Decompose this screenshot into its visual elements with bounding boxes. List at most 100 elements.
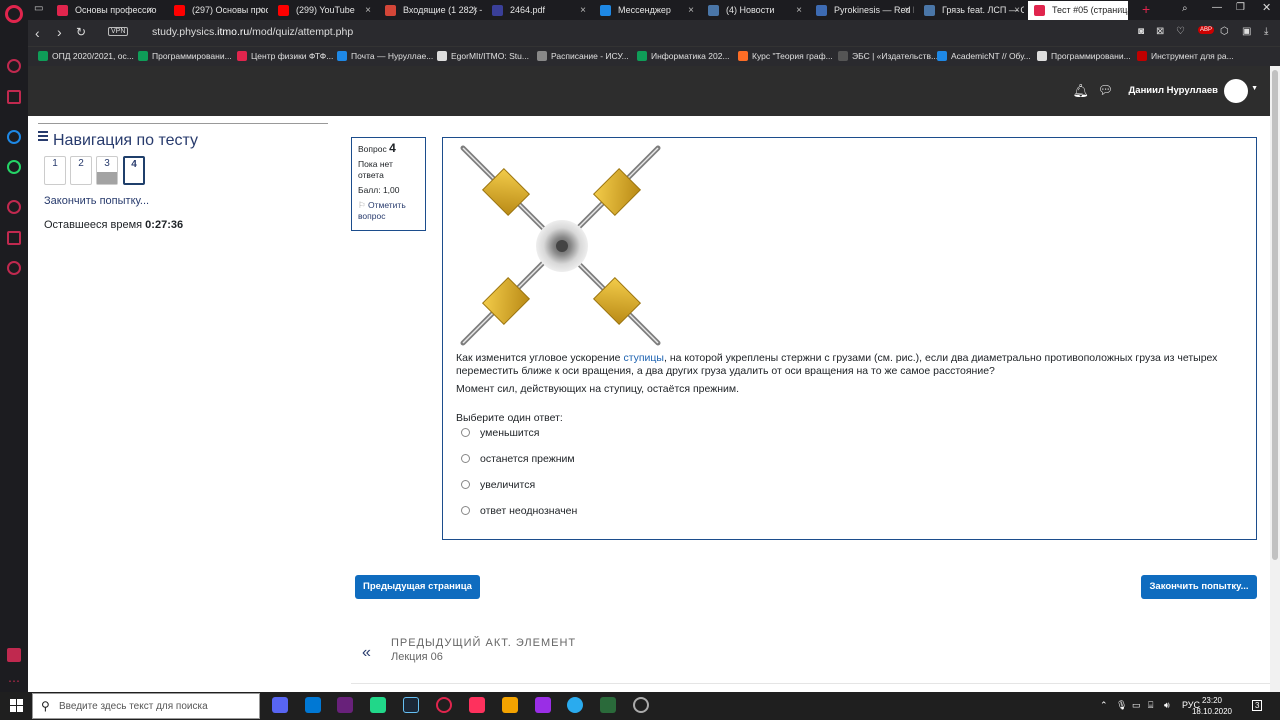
- vscode-icon[interactable]: [305, 697, 321, 713]
- notification-center-icon[interactable]: 3: [1252, 700, 1263, 711]
- bookmark-item[interactable]: Центр физики ФТФ...: [237, 51, 333, 61]
- browser-tab[interactable]: (297) Основы проф ×: [168, 1, 268, 20]
- close-tab-icon[interactable]: ×: [1118, 1, 1124, 20]
- new-tab-button[interactable]: +: [1142, 1, 1150, 17]
- discord-icon[interactable]: [272, 697, 288, 713]
- intellij-icon[interactable]: [469, 697, 485, 713]
- menu-icon[interactable]: [38, 129, 48, 143]
- previous-activity-link[interactable]: « ПРЕДЫДУЩИЙ АКТ. ЭЛЕМЕНТ Лекция 06: [351, 626, 1270, 684]
- answer-option-label[interactable]: ответ неоднозначен: [480, 505, 577, 517]
- minimize-button[interactable]: —: [1212, 2, 1222, 13]
- close-tab-icon[interactable]: ×: [258, 1, 264, 20]
- browser-tab[interactable]: 2464.pdf ×: [486, 1, 590, 20]
- back-icon[interactable]: ‹: [35, 25, 40, 41]
- bookmark-item[interactable]: Программировани...: [138, 51, 232, 61]
- close-tab-icon[interactable]: ×: [365, 1, 371, 20]
- heart-icon[interactable]: ♡: [1176, 26, 1185, 37]
- answer-option[interactable]: ответ неоднозначен: [461, 505, 577, 517]
- browser-tab[interactable]: (4) Новости ×: [702, 1, 806, 20]
- bookmark-item[interactable]: Курс "Теория граф...: [738, 51, 833, 61]
- bookmark-item[interactable]: ЭБС | «Издательств...: [838, 51, 938, 61]
- opera-taskbar-icon[interactable]: [436, 697, 452, 713]
- avatar[interactable]: [1224, 79, 1248, 103]
- whatsapp-icon[interactable]: [7, 160, 21, 174]
- microphone-icon[interactable]: 🎙︎: [1116, 700, 1127, 711]
- answer-option-label[interactable]: увеличится: [480, 479, 535, 491]
- app-icon[interactable]: [633, 697, 649, 713]
- previous-page-button[interactable]: Предыдущая страница: [355, 575, 480, 599]
- battery-icon[interactable]: ▭: [1132, 700, 1141, 711]
- bookmark-item[interactable]: EgorMIt/ITMO: Stu...: [437, 51, 529, 61]
- bookmark-item[interactable]: AcademicNT // Обу...: [937, 51, 1031, 61]
- network-app-icon[interactable]: [600, 697, 616, 713]
- radio-button[interactable]: [461, 428, 470, 437]
- bookmark-item[interactable]: Информатика 202...: [637, 51, 730, 61]
- bookmark-item[interactable]: ОПД 2020/2021, ос...: [38, 51, 134, 61]
- user-name[interactable]: Даниил Нуруллаев: [1129, 85, 1218, 96]
- radio-button[interactable]: [461, 454, 470, 463]
- url-field[interactable]: study.physics.itmo.ru/mod/quiz/attempt.p…: [152, 26, 353, 38]
- messenger-icon[interactable]: [7, 130, 21, 144]
- opera-logo-icon[interactable]: [5, 5, 23, 23]
- browser-tab[interactable]: Мессенджер ×: [594, 1, 698, 20]
- close-tab-icon[interactable]: ×: [688, 1, 694, 20]
- radio-button[interactable]: [461, 480, 470, 489]
- adblock-icon[interactable]: ABP: [1198, 26, 1215, 34]
- question-nav-4[interactable]: 4: [123, 156, 145, 185]
- close-tab-icon[interactable]: ×: [904, 1, 910, 20]
- bookmark-item[interactable]: Инструмент для ра...: [1137, 51, 1234, 61]
- answer-option[interactable]: уменьшится: [461, 427, 539, 439]
- question-nav-1[interactable]: 1: [44, 156, 66, 185]
- flag-question[interactable]: ⚐ Отметить вопрос: [358, 200, 419, 222]
- glossary-link[interactable]: ступицы: [623, 352, 664, 364]
- steam-icon[interactable]: [403, 697, 419, 713]
- extensions-icon[interactable]: [7, 231, 21, 245]
- bookmark-item[interactable]: Почта — Нуруллае...: [337, 51, 433, 61]
- download-icon[interactable]: ⤓: [1264, 26, 1268, 37]
- page-scrollbar[interactable]: [1270, 66, 1280, 692]
- more-icon[interactable]: ⋯: [8, 674, 20, 688]
- sublime-icon[interactable]: [502, 697, 518, 713]
- finish-attempt-button[interactable]: Закончить попытку...: [1141, 575, 1257, 599]
- sidebar-flow-icon[interactable]: [7, 648, 21, 662]
- search-tabs-icon[interactable]: ⌕: [1182, 3, 1188, 14]
- chevron-down-icon[interactable]: ▼: [1251, 85, 1258, 92]
- question-nav-3[interactable]: 3: [96, 156, 118, 185]
- wallet-icon[interactable]: ▣: [1242, 26, 1251, 37]
- bell-icon[interactable]: 🔔︎: [1072, 83, 1089, 99]
- network-icon[interactable]: ⌸: [1148, 700, 1153, 711]
- visual-studio-icon[interactable]: [337, 697, 353, 713]
- close-tab-icon[interactable]: ×: [580, 1, 586, 20]
- windows-start-icon[interactable]: [10, 699, 23, 712]
- close-tab-icon[interactable]: ×: [796, 1, 802, 20]
- volume-icon[interactable]: 🔊︎: [1164, 700, 1170, 711]
- bookmark-item[interactable]: Расписание - ИСУ...: [537, 51, 629, 61]
- twitch-icon[interactable]: [7, 90, 21, 104]
- settings-icon[interactable]: [7, 261, 21, 275]
- close-tab-icon[interactable]: ×: [472, 1, 478, 20]
- pycharm-icon[interactable]: [370, 697, 386, 713]
- close-window-button[interactable]: ✕: [1262, 1, 1271, 14]
- close-tab-icon[interactable]: ×: [1014, 1, 1020, 20]
- telegram-icon[interactable]: [567, 697, 583, 713]
- question-nav-2[interactable]: 2: [70, 156, 92, 185]
- clock[interactable]: 23:20 18.10.2020: [1192, 695, 1232, 717]
- answer-option[interactable]: увеличится: [461, 479, 535, 491]
- browser-tab[interactable]: Грязь feat. ЛСП — С ×: [918, 1, 1024, 20]
- tray-chevron-icon[interactable]: ⌃: [1100, 700, 1108, 711]
- browser-tab[interactable]: Pyrokinesis — Red F ×: [810, 1, 914, 20]
- browser-tab[interactable]: Тест #05 (страница ×: [1028, 1, 1128, 20]
- jetbrains-icon[interactable]: [535, 697, 551, 713]
- reload-icon[interactable]: ↻: [76, 25, 86, 39]
- taskbar-search[interactable]: ⚲ Введите здесь текст для поиска: [32, 693, 260, 719]
- browser-tab[interactable]: Входящие (1 282) - ×: [379, 1, 482, 20]
- close-tab-icon[interactable]: ×: [147, 1, 153, 20]
- block-icon[interactable]: ⊠: [1156, 26, 1164, 37]
- forward-icon[interactable]: ›: [57, 24, 62, 40]
- scrollbar-thumb[interactable]: [1272, 70, 1278, 560]
- cube-icon[interactable]: ⬡: [1220, 26, 1229, 37]
- finish-attempt-link[interactable]: Закончить попытку...: [44, 195, 149, 207]
- camera-icon[interactable]: ◙: [1138, 26, 1144, 37]
- browser-tab[interactable]: Основы профессио ×: [51, 1, 157, 20]
- history-icon[interactable]: [7, 200, 21, 214]
